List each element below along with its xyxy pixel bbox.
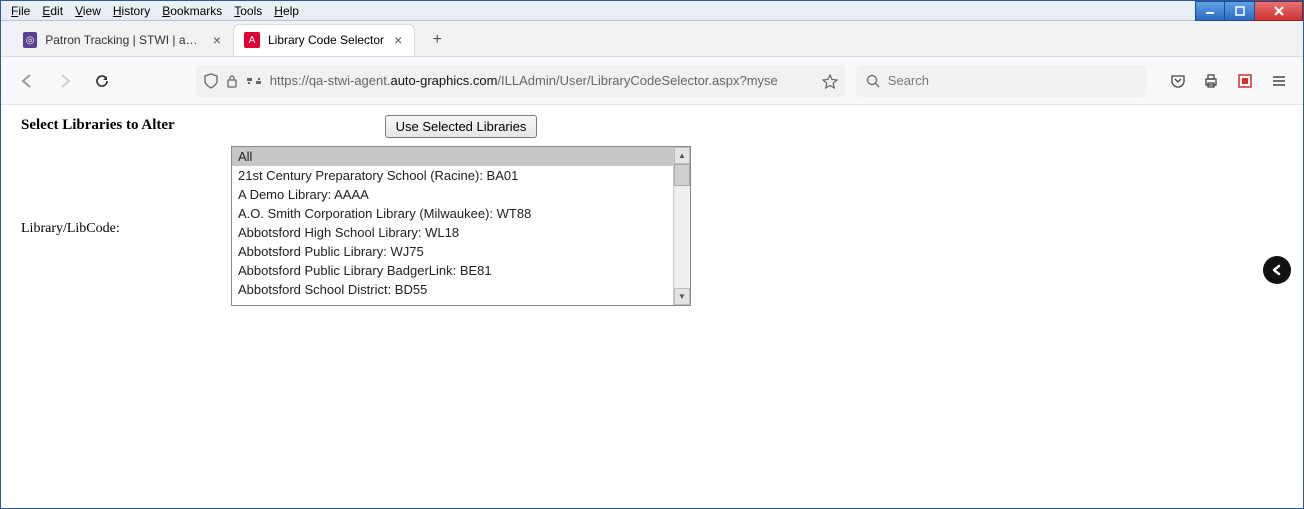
menu-file[interactable]: File: [5, 3, 36, 19]
menu-view[interactable]: View: [69, 3, 107, 19]
use-selected-libraries-button[interactable]: Use Selected Libraries: [385, 115, 538, 138]
reload-button[interactable]: [89, 67, 117, 95]
tab-strip: ◎ Patron Tracking | STWI | aaaa | A × A …: [1, 21, 1303, 57]
print-icon[interactable]: [1200, 69, 1224, 93]
close-tab-icon[interactable]: ×: [392, 32, 404, 48]
list-label: Library/LibCode:: [21, 146, 231, 237]
tab-title: Library Code Selector: [268, 33, 384, 47]
menu-tools[interactable]: Tools: [228, 3, 268, 19]
bookmark-star-icon[interactable]: [822, 73, 838, 89]
window-maximize-button[interactable]: [1225, 1, 1255, 21]
extension-icon[interactable]: [1233, 69, 1257, 93]
forward-button[interactable]: [51, 67, 79, 95]
url-text: https://qa-stwi-agent.auto-graphics.com/…: [270, 73, 814, 88]
scroll-thumb[interactable]: [674, 164, 690, 186]
page-heading: Select Libraries to Alter: [21, 115, 231, 134]
list-option[interactable]: Abbotsford School District: BD55: [232, 280, 690, 299]
close-tab-icon[interactable]: ×: [211, 32, 223, 48]
favicon-icon: A: [244, 32, 260, 48]
back-button[interactable]: [13, 67, 41, 95]
menu-edit[interactable]: Edit: [36, 3, 69, 19]
list-option[interactable]: All: [232, 147, 690, 166]
menu-help[interactable]: Help: [268, 3, 305, 19]
list-option[interactable]: 21st Century Preparatory School (Racine)…: [232, 166, 690, 185]
menu-bookmarks[interactable]: Bookmarks: [156, 3, 228, 19]
shield-icon[interactable]: [204, 73, 218, 89]
list-option[interactable]: Abbotsford High School Library: WL18: [232, 223, 690, 242]
search-icon: [866, 74, 880, 88]
browser-tab-inactive[interactable]: ◎ Patron Tracking | STWI | aaaa | A ×: [13, 24, 233, 56]
menu-history[interactable]: History: [107, 3, 156, 19]
hamburger-menu-icon[interactable]: [1267, 69, 1291, 93]
list-option[interactable]: Abbotsford Public Library BadgerLink: BE…: [232, 261, 690, 280]
favicon-icon: ◎: [23, 32, 37, 48]
list-option[interactable]: A.O. Smith Corporation Library (Milwauke…: [232, 204, 690, 223]
window-controls: [1195, 1, 1303, 21]
browser-tab-active[interactable]: A Library Code Selector ×: [233, 24, 415, 56]
permissions-icon[interactable]: [246, 75, 262, 87]
list-option[interactable]: Abbotsford Public Library: WJ75: [232, 242, 690, 261]
tab-title: Patron Tracking | STWI | aaaa | A: [45, 33, 203, 47]
pocket-icon[interactable]: [1166, 69, 1190, 93]
menu-bar: File Edit View History Bookmarks Tools H…: [1, 1, 1303, 21]
window-minimize-button[interactable]: [1195, 1, 1225, 21]
window-close-button[interactable]: [1255, 1, 1303, 21]
scrollbar[interactable]: ▲ ▼: [673, 147, 690, 305]
browser-toolbar: https://qa-stwi-agent.auto-graphics.com/…: [1, 57, 1303, 105]
scroll-up-button[interactable]: ▲: [674, 147, 690, 164]
search-placeholder: Search: [888, 73, 929, 88]
search-bar[interactable]: Search: [856, 65, 1146, 97]
new-tab-button[interactable]: +: [423, 26, 451, 54]
collapse-panel-icon[interactable]: [1263, 256, 1291, 284]
scroll-down-button[interactable]: ▼: [674, 288, 690, 305]
address-bar[interactable]: https://qa-stwi-agent.auto-graphics.com/…: [196, 65, 846, 97]
page-content: Select Libraries to Alter Use Selected L…: [1, 105, 1303, 316]
lock-icon[interactable]: [226, 74, 238, 88]
library-listbox[interactable]: All 21st Century Preparatory School (Rac…: [231, 146, 691, 306]
list-option[interactable]: A Demo Library: AAAA: [232, 185, 690, 204]
